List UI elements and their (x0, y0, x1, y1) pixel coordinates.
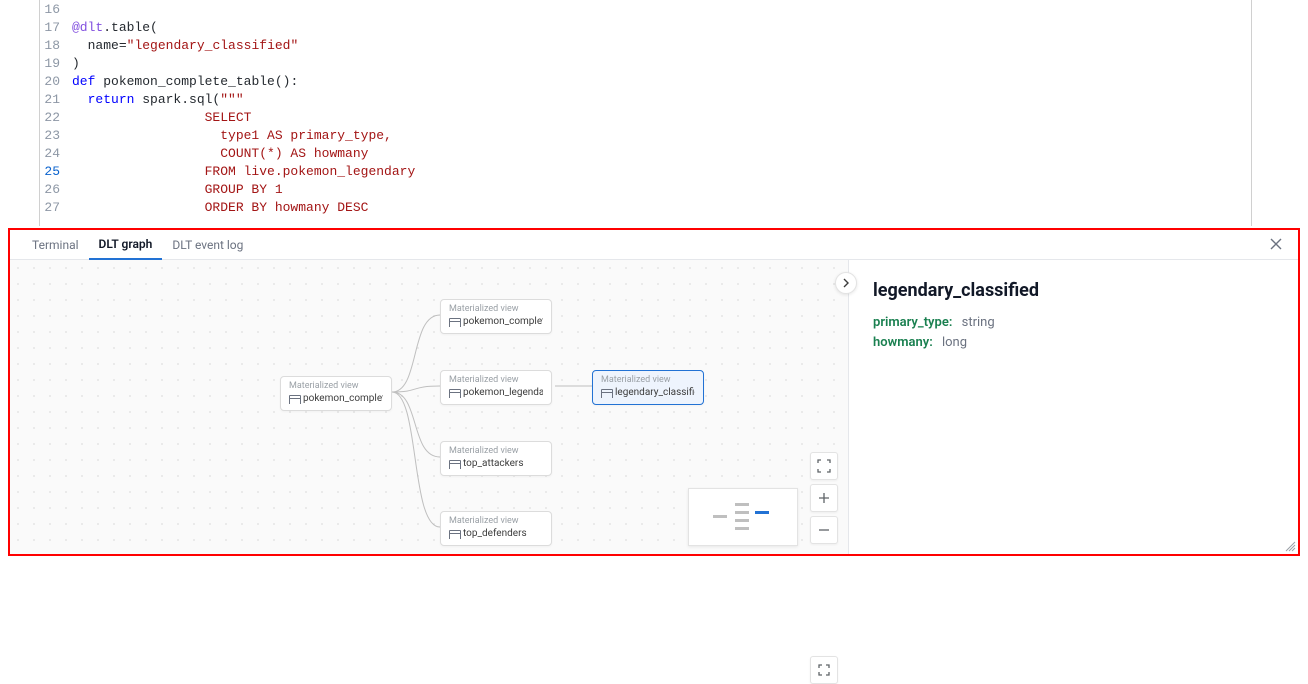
code-line[interactable]: 18 name="legendary_classified" (0, 37, 1308, 55)
table-icon (289, 395, 299, 403)
table-icon (601, 389, 611, 397)
schema-field-type: string (962, 315, 995, 330)
node-type-label: Materialized view (449, 375, 543, 385)
code-content: SELECT (72, 109, 251, 127)
graph-node-top-defenders[interactable]: Materialized view top_defenders (440, 511, 552, 546)
zoom-out-button[interactable] (810, 516, 838, 544)
collapse-details-button[interactable] (835, 272, 857, 294)
fullscreen-button[interactable] (810, 452, 838, 480)
right-margin (1251, 0, 1252, 226)
line-number: 26 (0, 181, 72, 199)
code-content: FROM live.pokemon_legendary (72, 163, 415, 181)
tab-terminal[interactable]: Terminal (22, 230, 89, 260)
line-number: 25 (0, 163, 72, 181)
details-title: legendary_classified (873, 280, 1274, 301)
node-title: top_defenders (463, 528, 527, 539)
code-content: name="legendary_classified" (72, 37, 298, 55)
line-number: 22 (0, 109, 72, 127)
code-line[interactable]: 20def pokemon_complete_table(): (0, 73, 1308, 91)
code-editor[interactable]: 1617@dlt.table(18 name="legendary_classi… (0, 0, 1308, 226)
zoom-in-button[interactable] (810, 484, 838, 512)
code-content: type1 AS primary_type, (72, 127, 392, 145)
node-title: pokemon_complet... (463, 316, 543, 327)
line-number: 18 (0, 37, 72, 55)
graph-node-top-attackers[interactable]: Materialized view top_attackers (440, 441, 552, 476)
line-number: 23 (0, 127, 72, 145)
bottom-panel: Terminal DLT graph DLT event log Materia… (8, 228, 1300, 556)
details-pane: legendary_classified primary_type: strin… (848, 260, 1298, 554)
tab-dlt-event-log[interactable]: DLT event log (162, 230, 253, 260)
graph-node-legendary-classified[interactable]: Materialized view legendary_classified (592, 370, 704, 405)
schema-row: primary_type: string (873, 313, 1274, 333)
code-line[interactable]: 24 COUNT(*) AS howmany (0, 145, 1308, 163)
graph-node-pokemon-complete[interactable]: Materialized view pokemon_complete (280, 376, 392, 411)
minimap-content (713, 500, 773, 534)
panel-body: Materialized view pokemon_complete Mater… (10, 260, 1298, 554)
table-icon (449, 318, 459, 326)
fit-view-button[interactable] (810, 656, 838, 684)
code-content: def pokemon_complete_table(): (72, 73, 298, 91)
code-content: @dlt.table( (72, 19, 158, 37)
node-title: pokemon_complete (303, 393, 383, 404)
node-title: legendary_classified (615, 387, 695, 398)
line-number: 17 (0, 19, 72, 37)
node-type-label: Materialized view (289, 381, 383, 391)
code-line[interactable]: 21 return spark.sql(""" (0, 91, 1308, 109)
schema-field-name: primary_type: (873, 315, 952, 330)
line-number: 24 (0, 145, 72, 163)
node-type-label: Materialized view (449, 446, 543, 456)
resize-handle-icon[interactable] (1284, 540, 1296, 552)
line-number: 21 (0, 91, 72, 109)
code-content: GROUP BY 1 (72, 181, 283, 199)
close-icon[interactable] (1268, 236, 1286, 254)
code-line[interactable]: 16 (0, 1, 1308, 19)
line-number: 19 (0, 55, 72, 73)
node-type-label: Materialized view (601, 375, 695, 385)
line-number: 27 (0, 199, 72, 217)
schema-field-name: howmany: (873, 335, 933, 350)
code-line[interactable]: 25 FROM live.pokemon_legendary (0, 163, 1308, 181)
dlt-graph-canvas[interactable]: Materialized view pokemon_complete Mater… (10, 260, 848, 554)
node-title: pokemon_legendary (463, 387, 543, 398)
node-type-label: Materialized view (449, 304, 543, 314)
code-line[interactable]: 23 type1 AS primary_type, (0, 127, 1308, 145)
minimap[interactable] (688, 488, 798, 546)
tab-dlt-graph[interactable]: DLT graph (89, 230, 163, 260)
code-line[interactable]: 19) (0, 55, 1308, 73)
panel-tabs: Terminal DLT graph DLT event log (10, 230, 1298, 260)
graph-node-pokemon-legendary[interactable]: Materialized view pokemon_legendary (440, 370, 552, 405)
line-number: 16 (0, 1, 72, 19)
schema-field-type: long (942, 335, 967, 350)
code-line[interactable]: 26 GROUP BY 1 (0, 181, 1308, 199)
gutter-border (39, 0, 40, 226)
table-icon (449, 389, 459, 397)
code-content: ) (72, 55, 80, 73)
code-line[interactable]: 22 SELECT (0, 109, 1308, 127)
graph-node-pokemon-complet[interactable]: Materialized view pokemon_complet... (440, 299, 552, 334)
code-content: return spark.sql(""" (72, 91, 244, 109)
node-type-label: Materialized view (449, 516, 543, 526)
table-icon (449, 530, 459, 538)
table-icon (449, 460, 459, 468)
code-content: COUNT(*) AS howmany (72, 145, 368, 163)
node-title: top_attackers (463, 458, 523, 469)
code-line[interactable]: 27 ORDER BY howmany DESC (0, 199, 1308, 217)
schema-row: howmany: long (873, 333, 1274, 353)
code-content: ORDER BY howmany DESC (72, 199, 368, 217)
code-line[interactable]: 17@dlt.table( (0, 19, 1308, 37)
line-number: 20 (0, 73, 72, 91)
